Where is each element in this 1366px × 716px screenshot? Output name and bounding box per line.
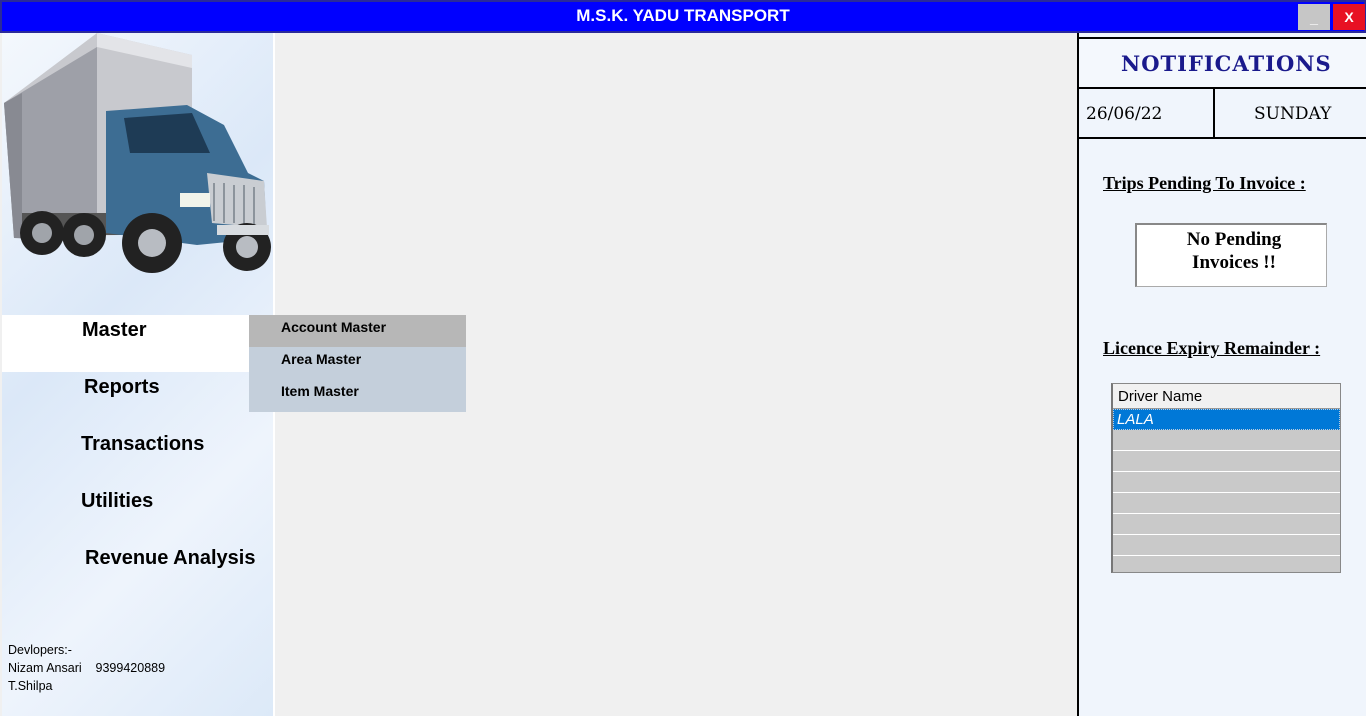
menu-transactions[interactable]: Transactions bbox=[2, 429, 273, 486]
notifications-header: NOTIFICATIONS bbox=[1079, 37, 1366, 89]
current-date: 26/06/22 bbox=[1086, 104, 1163, 124]
submenu-account-master[interactable]: Account Master bbox=[249, 315, 466, 347]
grid-row[interactable] bbox=[1113, 514, 1340, 535]
developer-credits: Devlopers:- Nizam Ansari 9399420889 T.Sh… bbox=[8, 641, 165, 695]
close-button[interactable]: X bbox=[1333, 4, 1365, 30]
licence-expiry-grid[interactable]: Driver Name LALA bbox=[1111, 383, 1341, 573]
master-submenu: Account Master Area Master Item Master bbox=[249, 315, 466, 412]
grid-column-header[interactable]: Driver Name bbox=[1113, 384, 1340, 409]
developer-line-2: T.Shilpa bbox=[8, 679, 53, 693]
window-title: M.S.K. YADU TRANSPORT bbox=[576, 6, 790, 25]
menu-revenue-analysis[interactable]: Revenue Analysis bbox=[2, 543, 273, 600]
menu-revenue-analysis-label: Revenue Analysis bbox=[85, 547, 256, 569]
trips-pending-heading: Trips Pending To Invoice : bbox=[1103, 173, 1306, 193]
trips-pending-message: No Pending Invoices !! bbox=[1186, 229, 1282, 273]
notifications-title: NOTIFICATIONS bbox=[1121, 51, 1332, 76]
menu-utilities-label: Utilities bbox=[81, 490, 154, 512]
trips-pending-box: No Pending Invoices !! bbox=[1135, 223, 1327, 287]
menu-master[interactable]: Master bbox=[2, 315, 273, 372]
grid-row[interactable] bbox=[1113, 430, 1340, 451]
submenu-item-master[interactable]: Item Master bbox=[249, 379, 466, 411]
grid-row[interactable]: LALA bbox=[1113, 409, 1340, 430]
licence-expiry-heading: Licence Expiry Remainder : bbox=[1103, 338, 1321, 358]
truck-image bbox=[2, 33, 273, 313]
minimize-button[interactable]: _ bbox=[1298, 4, 1330, 30]
grid-row[interactable] bbox=[1113, 493, 1340, 514]
menu-reports-label: Reports bbox=[84, 376, 160, 398]
developer-heading: Devlopers:- bbox=[8, 643, 72, 657]
sidebar: Master Reports Transactions Utilities Re… bbox=[2, 33, 275, 716]
developer-line-1: Nizam Ansari 9399420889 bbox=[8, 661, 166, 675]
title-bar: M.S.K. YADU TRANSPORT _ X bbox=[0, 0, 1366, 33]
submenu-area-master[interactable]: Area Master bbox=[249, 347, 466, 379]
current-day: SUNDAY bbox=[1254, 104, 1332, 124]
grid-row[interactable] bbox=[1113, 535, 1340, 556]
menu-utilities[interactable]: Utilities bbox=[2, 486, 273, 543]
date-row: 26/06/22 SUNDAY bbox=[1079, 89, 1366, 139]
date-divider bbox=[1213, 89, 1215, 137]
grid-row[interactable] bbox=[1113, 451, 1340, 472]
menu-reports[interactable]: Reports bbox=[2, 372, 273, 429]
grid-row[interactable] bbox=[1113, 472, 1340, 493]
menu-master-label: Master bbox=[82, 319, 147, 341]
menu-transactions-label: Transactions bbox=[81, 433, 205, 455]
notifications-panel: NOTIFICATIONS 26/06/22 SUNDAY Trips Pend… bbox=[1077, 33, 1366, 716]
